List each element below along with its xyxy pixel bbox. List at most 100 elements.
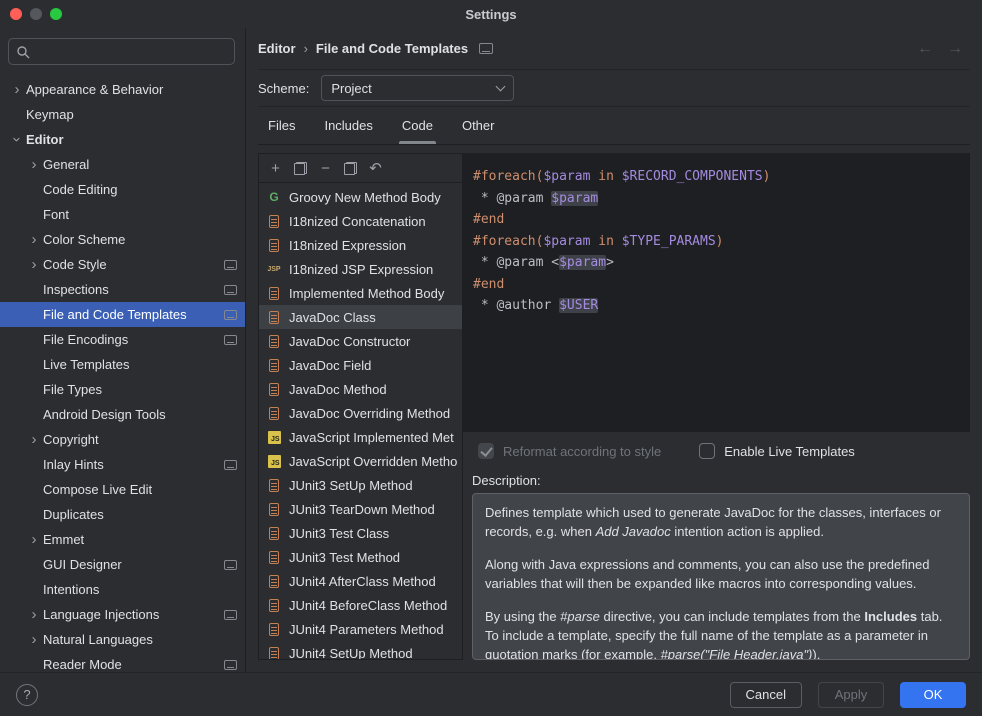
template-item-junit4-parameters-method[interactable]: JUnit4 Parameters Method bbox=[259, 617, 462, 641]
sidebar-item-label: File Types bbox=[43, 382, 237, 397]
chevron-right-icon[interactable]: › bbox=[25, 632, 43, 647]
js-icon: JS bbox=[266, 454, 282, 469]
sidebar-item-general[interactable]: ›General bbox=[0, 152, 245, 177]
sidebar-item-inlay-hints[interactable]: Inlay Hints bbox=[0, 452, 245, 477]
reset-to-default-icon[interactable]: ↶ bbox=[363, 156, 388, 180]
search-input[interactable] bbox=[36, 44, 227, 59]
help-button[interactable]: ? bbox=[16, 684, 38, 706]
copy-template-icon[interactable] bbox=[338, 156, 363, 180]
sidebar-item-appearance-behavior[interactable]: ›Appearance & Behavior bbox=[0, 77, 245, 102]
template-item-junit3-test-method[interactable]: JUnit3 Test Method bbox=[259, 545, 462, 569]
template-item-label: JUnit3 Test Class bbox=[289, 526, 389, 541]
template-item-javadoc-overriding-method[interactable]: JavaDoc Overriding Method bbox=[259, 401, 462, 425]
enable-live-templates-checkbox[interactable]: Enable Live Templates bbox=[699, 443, 855, 459]
titlebar: Settings bbox=[0, 0, 982, 28]
sidebar-item-android-design-tools[interactable]: Android Design Tools bbox=[0, 402, 245, 427]
code-line: * @param <$param> bbox=[473, 252, 960, 274]
template-item-javascript-overridden-metho[interactable]: JSJavaScript Overridden Metho bbox=[259, 449, 462, 473]
apply-button[interactable]: Apply bbox=[818, 682, 884, 708]
sidebar-item-intentions[interactable]: Intentions bbox=[0, 577, 245, 602]
zoom-button[interactable] bbox=[50, 8, 62, 20]
sidebar-item-live-templates[interactable]: Live Templates bbox=[0, 352, 245, 377]
chevron-right-icon[interactable]: › bbox=[25, 432, 43, 447]
chevron-right-icon[interactable]: › bbox=[25, 232, 43, 247]
sidebar-item-language-injections[interactable]: ›Language Injections bbox=[0, 602, 245, 627]
template-item-junit3-test-class[interactable]: JUnit3 Test Class bbox=[259, 521, 462, 545]
tab-other[interactable]: Other bbox=[452, 107, 505, 144]
template-item-groovy-new-method-body[interactable]: GGroovy New Method Body bbox=[259, 185, 462, 209]
minimize-button[interactable] bbox=[30, 8, 42, 20]
template-item-label: JavaDoc Constructor bbox=[289, 334, 410, 349]
sidebar-item-label: Emmet bbox=[43, 532, 237, 547]
cancel-button[interactable]: Cancel bbox=[730, 682, 802, 708]
sidebar-item-label: Copyright bbox=[43, 432, 237, 447]
template-item-junit3-teardown-method[interactable]: JUnit3 TearDown Method bbox=[259, 497, 462, 521]
sidebar-item-color-scheme[interactable]: ›Color Scheme bbox=[0, 227, 245, 252]
js-icon: JS bbox=[266, 430, 282, 445]
template-item-i18nized-expression[interactable]: I18nized Expression bbox=[259, 233, 462, 257]
sidebar-item-code-style[interactable]: ›Code Style bbox=[0, 252, 245, 277]
create-child-template-glyph bbox=[294, 162, 307, 175]
sidebar-item-natural-languages[interactable]: ›Natural Languages bbox=[0, 627, 245, 652]
sidebar-item-reader-mode[interactable]: Reader Mode bbox=[0, 652, 245, 672]
create-child-template-icon[interactable] bbox=[288, 156, 313, 180]
template-editor[interactable]: #foreach($param in $RECORD_COMPONENTS) *… bbox=[463, 153, 970, 432]
screen-badge-icon bbox=[224, 560, 237, 570]
template-item-label: Implemented Method Body bbox=[289, 286, 444, 301]
template-item-javascript-implemented-met[interactable]: JSJavaScript Implemented Met bbox=[259, 425, 462, 449]
breadcrumb-item-file-and-code-templates[interactable]: File and Code Templates bbox=[316, 41, 468, 56]
template-item-junit4-setup-method[interactable]: JUnit4 SetUp Method bbox=[259, 641, 462, 659]
template-item-junit4-afterclass-method[interactable]: JUnit4 AfterClass Method bbox=[259, 569, 462, 593]
scheme-dropdown[interactable]: Project bbox=[321, 75, 514, 101]
sidebar-item-editor[interactable]: ›Editor bbox=[0, 127, 245, 152]
template-item-junit3-setup-method[interactable]: JUnit3 SetUp Method bbox=[259, 473, 462, 497]
tab-code[interactable]: Code bbox=[392, 107, 443, 144]
sidebar-item-keymap[interactable]: Keymap bbox=[0, 102, 245, 127]
forward-arrow-icon[interactable]: → bbox=[940, 40, 970, 58]
sidebar-item-compose-live-edit[interactable]: Compose Live Edit bbox=[0, 477, 245, 502]
back-arrow-icon[interactable]: ← bbox=[910, 40, 940, 58]
reformat-checkbox[interactable]: Reformat according to style bbox=[478, 443, 661, 459]
sidebar-item-file-encodings[interactable]: File Encodings bbox=[0, 327, 245, 352]
chevron-right-icon[interactable]: › bbox=[25, 607, 43, 622]
chevron-down-icon[interactable]: › bbox=[10, 131, 25, 149]
footer: ? Cancel Apply OK bbox=[0, 672, 982, 716]
template-item-implemented-method-body[interactable]: Implemented Method Body bbox=[259, 281, 462, 305]
close-button[interactable] bbox=[10, 8, 22, 20]
new-template-icon[interactable]: + bbox=[263, 156, 288, 180]
template-item-javadoc-method[interactable]: JavaDoc Method bbox=[259, 377, 462, 401]
chevron-right-icon[interactable]: › bbox=[8, 82, 26, 97]
sidebar-item-copyright[interactable]: ›Copyright bbox=[0, 427, 245, 452]
template-item-javadoc-field[interactable]: JavaDoc Field bbox=[259, 353, 462, 377]
sidebar-item-code-editing[interactable]: Code Editing bbox=[0, 177, 245, 202]
sidebar-item-inspections[interactable]: Inspections bbox=[0, 277, 245, 302]
template-item-javadoc-class[interactable]: JavaDoc Class bbox=[259, 305, 462, 329]
sidebar-item-font[interactable]: Font bbox=[0, 202, 245, 227]
template-item-i18nized-jsp-expression[interactable]: JSPI18nized JSP Expression bbox=[259, 257, 462, 281]
remove-template-icon[interactable]: − bbox=[313, 156, 338, 180]
tab-includes[interactable]: Includes bbox=[314, 107, 382, 144]
template-item-junit4-beforeclass-method[interactable]: JUnit4 BeforeClass Method bbox=[259, 593, 462, 617]
settings-search-field[interactable] bbox=[8, 38, 235, 65]
chevron-right-icon[interactable]: › bbox=[25, 257, 43, 272]
ok-button[interactable]: OK bbox=[900, 682, 966, 708]
chevron-right-icon[interactable]: › bbox=[25, 532, 43, 547]
template-item-label: JUnit4 SetUp Method bbox=[289, 646, 413, 660]
breadcrumb-item-editor[interactable]: Editor bbox=[258, 41, 296, 56]
sidebar-item-file-types[interactable]: File Types bbox=[0, 377, 245, 402]
footer-buttons: Cancel Apply OK bbox=[730, 682, 966, 708]
template-icon bbox=[266, 502, 282, 517]
template-item-i18nized-concatenation[interactable]: I18nized Concatenation bbox=[259, 209, 462, 233]
sidebar-item-label: Code Style bbox=[43, 257, 218, 272]
chevron-right-icon[interactable]: › bbox=[25, 157, 43, 172]
sidebar-item-duplicates[interactable]: Duplicates bbox=[0, 502, 245, 527]
editor-options-row: Reformat according to style Enable Live … bbox=[463, 436, 970, 466]
sidebar-item-file-and-code-templates[interactable]: File and Code Templates bbox=[0, 302, 245, 327]
template-item-javadoc-constructor[interactable]: JavaDoc Constructor bbox=[259, 329, 462, 353]
template-item-label: JavaDoc Overriding Method bbox=[289, 406, 450, 421]
sidebar-item-gui-designer[interactable]: GUI Designer bbox=[0, 552, 245, 577]
template-icon bbox=[266, 358, 282, 373]
screen-badge-icon bbox=[224, 285, 237, 295]
tab-files[interactable]: Files bbox=[258, 107, 305, 144]
sidebar-item-emmet[interactable]: ›Emmet bbox=[0, 527, 245, 552]
